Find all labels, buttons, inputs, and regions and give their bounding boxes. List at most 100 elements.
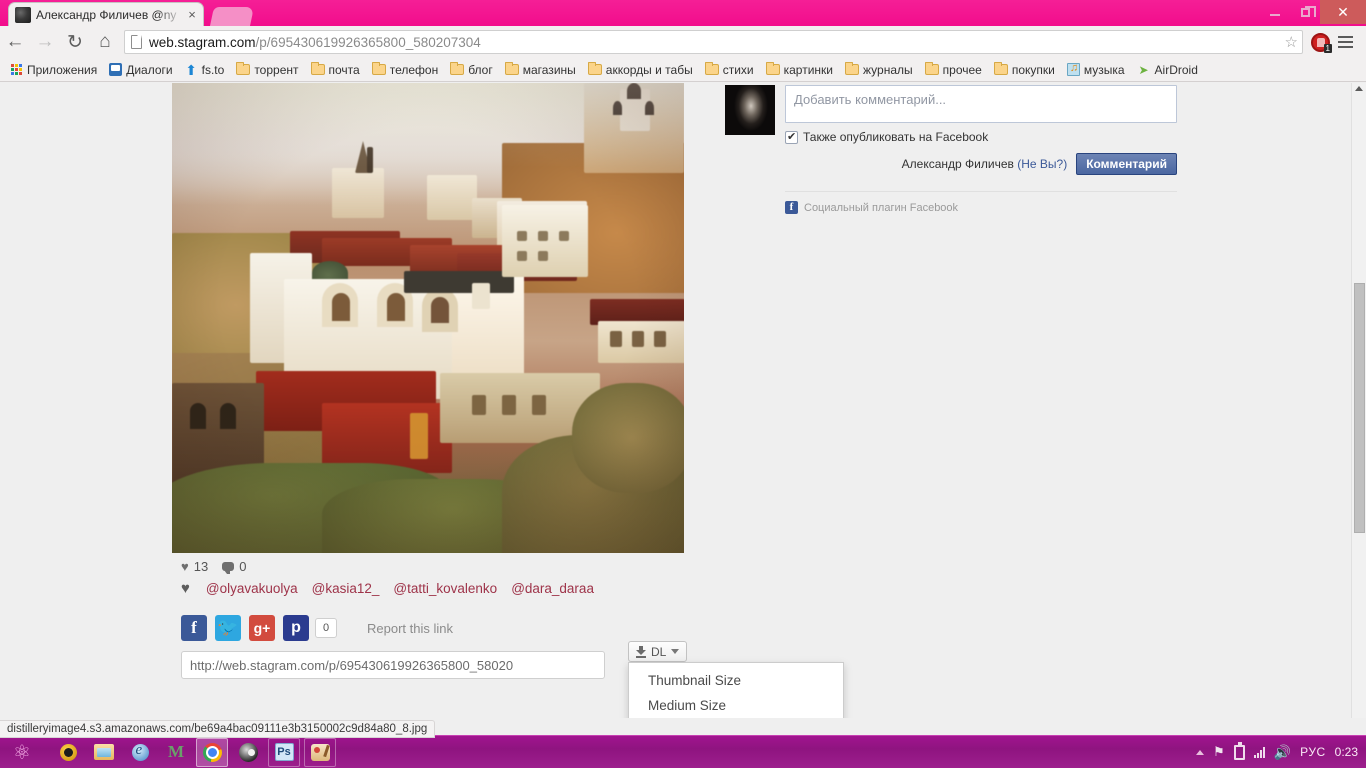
bookmark-label: Диалоги <box>126 62 173 77</box>
forward-button[interactable]: → <box>30 28 60 56</box>
bookmark-blog[interactable]: блог <box>445 61 498 79</box>
tag-link[interactable]: @olyavakuolya <box>206 581 298 596</box>
menu-item-thumbnail-size[interactable]: Thumbnail Size <box>629 668 843 693</box>
maximize-icon <box>1300 5 1316 17</box>
also-post-to-facebook-row[interactable]: Также опубликовать на Facebook <box>785 130 1177 144</box>
bookmark-kartinki[interactable]: картинки <box>761 61 838 79</box>
bookmark-apps[interactable]: Приложения <box>6 61 102 79</box>
facebook-share-icon[interactable]: f <box>181 615 207 641</box>
home-button[interactable]: ⌂ <box>90 28 120 56</box>
comment-bubble-icon <box>222 562 235 574</box>
back-button[interactable]: ← <box>0 28 30 56</box>
post-photo[interactable] <box>172 83 684 553</box>
show-hidden-icons-icon[interactable] <box>1196 749 1205 755</box>
taskbar-items: M Ps <box>52 737 336 767</box>
page-info-icon <box>131 35 142 49</box>
taskbar-item-paint[interactable] <box>304 737 336 767</box>
report-link[interactable]: Report this link <box>367 621 453 636</box>
taskbar-item-mail[interactable]: M <box>160 738 192 767</box>
bookmark-akkordy[interactable]: аккорды и табы <box>583 61 698 79</box>
bookmark-telefon[interactable]: телефон <box>367 61 444 79</box>
address-bar[interactable]: web.stagram.com/p/695430619926365800_580… <box>124 30 1303 54</box>
taskbar-item-internet-explorer[interactable] <box>124 738 156 767</box>
download-size-menu: Thumbnail Size Medium Size Large Size Vi… <box>628 662 844 718</box>
bookmark-label: AirDroid <box>1154 62 1198 77</box>
close-window-button[interactable]: ✕ <box>1320 0 1366 24</box>
folder-icon <box>704 62 719 75</box>
download-button-label: DL <box>651 644 667 659</box>
tag-link[interactable]: @tatti_kovalenko <box>393 581 497 596</box>
scrollbar-thumb[interactable] <box>1354 283 1365 533</box>
network-signal-icon[interactable] <box>1253 746 1265 758</box>
tab-active[interactable]: Александр Филичев @ny × <box>8 2 204 26</box>
chevron-down-icon <box>671 649 680 654</box>
not-you-link[interactable]: (Не Вы?) <box>1017 157 1067 171</box>
scroll-up-icon[interactable] <box>1355 86 1363 91</box>
bookmark-prochee[interactable]: прочее <box>920 61 987 79</box>
also-post-checkbox[interactable] <box>785 130 798 144</box>
bookmark-label: музыка <box>1083 62 1125 77</box>
adblock-icon[interactable]: 1 <box>1311 32 1332 53</box>
bookmark-label: торрент <box>254 62 299 77</box>
tab-close-icon[interactable]: × <box>185 8 199 22</box>
menu-item-medium-size[interactable]: Medium Size <box>629 693 843 718</box>
maximize-button[interactable] <box>1290 0 1320 24</box>
action-center-flag-icon[interactable]: ⚑ <box>1213 744 1225 760</box>
bookmark-magaziny[interactable]: магазины <box>500 61 581 79</box>
bookmark-pokupki[interactable]: покупки <box>989 61 1060 79</box>
volume-icon[interactable]: 🔊 <box>1274 744 1291 761</box>
bookmark-muzyka[interactable]: музыка <box>1062 61 1130 79</box>
chrome-icon <box>202 742 222 762</box>
new-tab-button[interactable] <box>209 7 255 26</box>
steam-icon <box>238 742 258 762</box>
like-count[interactable]: ♥ 13 <box>181 559 208 574</box>
browser-window: Александр Филичев @ny × ✕ ← → ↻ ⌂ web.st… <box>0 0 1366 768</box>
bookmark-star-icon[interactable]: ☆ <box>1285 33 1298 51</box>
chrome-menu-button[interactable] <box>1332 36 1358 48</box>
bookmark-label: стихи <box>722 62 754 77</box>
tag-link[interactable]: @kasia12_ <box>312 581 380 596</box>
googleplus-share-icon[interactable]: g+ <box>249 615 275 641</box>
arrow-up-icon: ⬆ <box>185 61 197 78</box>
taskbar-item-steam[interactable] <box>232 738 264 767</box>
bookmark-label: журналы <box>863 62 913 77</box>
bookmark-stihi[interactable]: стихи <box>700 61 759 79</box>
airdroid-icon: ➤ <box>1138 62 1149 77</box>
minimize-button[interactable] <box>1260 0 1290 24</box>
tab-favicon-icon <box>15 6 31 23</box>
bookmark-pochta[interactable]: почта <box>306 61 365 79</box>
pinterest-share-icon[interactable]: p <box>283 615 309 641</box>
page-scrollbar[interactable] <box>1351 83 1366 718</box>
clock[interactable]: 0:23 <box>1335 745 1358 759</box>
bookmark-torrent[interactable]: торрент <box>231 61 303 79</box>
bookmark-fsto[interactable]: ⬆ fs.to <box>180 61 230 79</box>
submit-comment-button[interactable]: Комментарий <box>1076 153 1177 175</box>
start-button[interactable]: ⚛ <box>0 737 44 768</box>
taskbar-item-chrome[interactable] <box>196 737 228 767</box>
pinterest-count-badge: 0 <box>315 618 337 638</box>
battery-icon[interactable] <box>1233 741 1245 760</box>
bookmark-zhurnaly[interactable]: журналы <box>840 61 918 79</box>
download-icon <box>636 646 646 658</box>
current-user-name: Александр Филичев (Не Вы?) <box>902 157 1068 171</box>
photo-vignette-overlay <box>172 83 684 553</box>
facebook-plugin-footer: f Социальный плагин Facebook <box>785 191 1177 214</box>
taskbar-item-photoshop[interactable]: Ps <box>268 737 300 767</box>
bookmark-airdroid[interactable]: ➤ AirDroid <box>1132 61 1203 79</box>
permalink-input[interactable]: http://web.stagram.com/p/695430619926365… <box>181 651 605 679</box>
reload-button[interactable]: ↻ <box>60 28 90 56</box>
download-dropdown-button[interactable]: DL <box>628 641 688 662</box>
comment-count[interactable]: 0 <box>222 559 246 574</box>
bookmark-label: картинки <box>783 62 833 77</box>
taskbar-item-daemon-tools[interactable] <box>52 738 84 767</box>
comment-input[interactable]: Добавить комментарий... <box>785 85 1177 123</box>
bookmark-dialogi[interactable]: Диалоги <box>104 61 177 79</box>
url-path: /p/695430619926365800_580207304 <box>255 34 481 50</box>
adblock-badge: 1 <box>1323 43 1332 53</box>
photo-column: ♥ 13 0 ♥ @olyavakuolya @kasia12_ @tatti_… <box>163 83 685 679</box>
twitter-share-icon[interactable]: 🐦 <box>215 615 241 641</box>
language-indicator[interactable]: РУС <box>1300 745 1326 759</box>
tag-link[interactable]: @dara_daraa <box>511 581 594 596</box>
window-controls: ✕ <box>1260 0 1366 24</box>
taskbar-item-explorer[interactable] <box>88 738 120 767</box>
